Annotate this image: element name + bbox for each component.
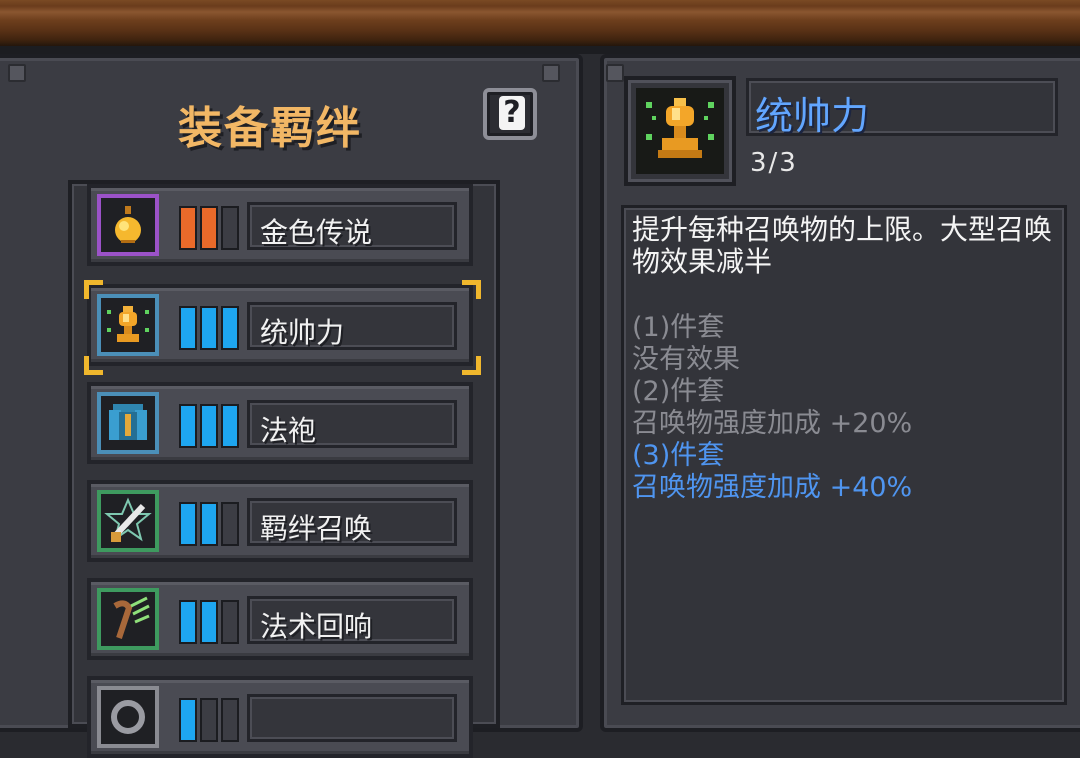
detail-trophy-frame — [624, 76, 736, 186]
detail-name: 统帅力 — [755, 94, 870, 138]
golden-trophy-icon — [636, 88, 724, 174]
question-mark-icon: ? — [499, 96, 525, 130]
bond-row-spell-echo[interactable]: 法术回响 — [87, 578, 473, 660]
bond-name: 法术回响 — [260, 610, 373, 643]
tier-3-effect: 召唤物强度加成 +40% — [632, 472, 913, 503]
selection-corner — [462, 280, 481, 299]
bond-progress — [179, 600, 239, 644]
bond-row-commander[interactable]: 统帅力 — [87, 284, 473, 366]
bond-name: 金色传说 — [260, 216, 373, 249]
detail-description: 提升每种召唤物的上限。大型召唤物效果减半 — [632, 213, 1053, 278]
bond-name: 羁绊召唤 — [260, 512, 373, 545]
bond-row-bond-summon[interactable]: 羁绊召唤 — [87, 480, 473, 562]
golden-drop-icon — [97, 194, 159, 256]
beam-shadow — [0, 46, 1080, 54]
gear-icon — [97, 686, 159, 748]
bond-name-box: 法袍 — [247, 400, 457, 448]
tier-2-label: (2)件套 — [632, 376, 725, 407]
robe-icon — [97, 392, 159, 454]
bond-name-box — [247, 694, 457, 742]
detail-name-box: 统帅力 — [746, 78, 1058, 138]
bond-name: 统帅力 — [260, 316, 345, 349]
bond-name-box: 统帅力 — [247, 302, 457, 350]
rivet-icon — [606, 64, 624, 82]
bond-progress — [179, 698, 239, 742]
bond-name-box: 金色传说 — [247, 202, 457, 250]
bond-progress — [179, 206, 239, 250]
tier-1-label: (1)件套 — [632, 312, 725, 343]
bond-progress — [179, 306, 239, 350]
staff-icon — [97, 588, 159, 650]
summon-sword-icon — [97, 490, 159, 552]
rivet-icon — [8, 64, 26, 82]
bond-progress — [179, 404, 239, 448]
wooden-beam — [0, 0, 1080, 46]
tier-2-effect: 召唤物强度加成 +20% — [632, 408, 913, 439]
rivet-icon — [542, 64, 560, 82]
panel-title: 装备羁绊 — [178, 103, 362, 154]
selection-corner — [84, 356, 103, 375]
bond-name-box: 法术回响 — [247, 596, 457, 644]
bond-progress — [179, 502, 239, 546]
bond-name: 法袍 — [260, 414, 317, 447]
bond-name-box: 羁绊召唤 — [247, 498, 457, 546]
golden-trophy-icon — [97, 294, 159, 356]
bond-row-robe[interactable]: 法袍 — [87, 382, 473, 464]
bond-row-golden-legend[interactable]: 金色传说 — [87, 184, 473, 266]
help-button[interactable]: ? — [483, 88, 537, 140]
tier-3-label: (3)件套 — [632, 440, 725, 471]
selection-corner — [84, 280, 103, 299]
bond-row-partial[interactable] — [87, 676, 473, 758]
selection-corner — [462, 356, 481, 375]
detail-count: 3/3 — [750, 148, 798, 178]
tier-1-effect: 没有效果 — [632, 344, 740, 375]
